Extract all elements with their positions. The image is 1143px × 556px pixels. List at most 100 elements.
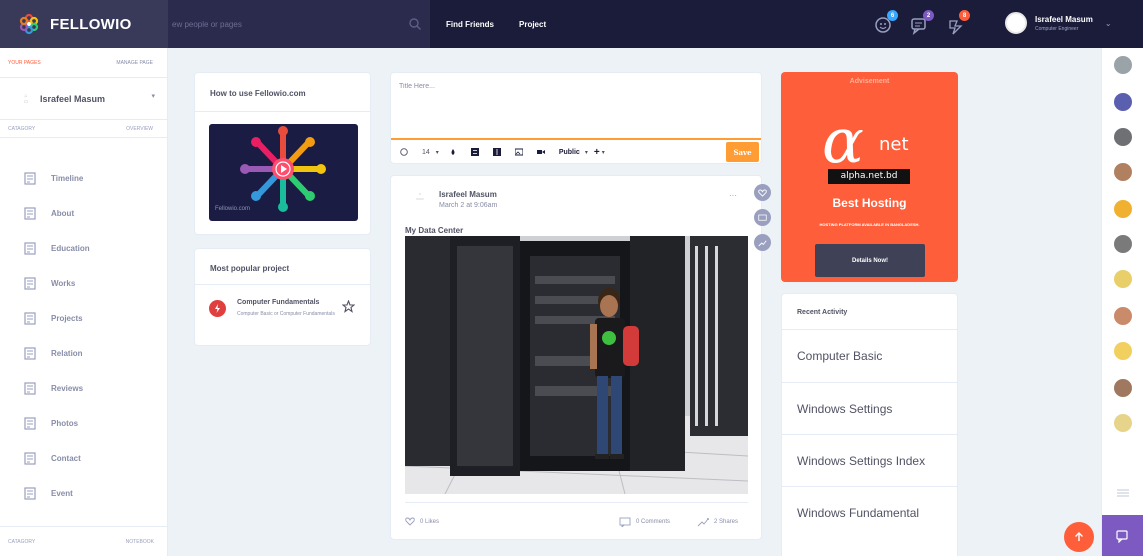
- brand-name: FELLOWIO: [50, 15, 132, 33]
- share-side-button[interactable]: [754, 234, 771, 251]
- friend-requests-button[interactable]: 6: [872, 10, 898, 36]
- friend-avatar[interactable]: [1114, 235, 1132, 253]
- heart-icon: [758, 188, 767, 197]
- your-pages-link[interactable]: YOUR PAGES: [8, 60, 41, 66]
- sidebar-footer: CATAGORY NOTEBOOK: [0, 526, 168, 556]
- post-title-input[interactable]: [399, 83, 749, 133]
- sidebar-item-works[interactable]: Works: [0, 266, 168, 301]
- how-to-title: How to use Fellowio.com: [210, 89, 306, 98]
- menu-icon[interactable]: [1116, 488, 1130, 498]
- sidebar-item-projects[interactable]: Projects: [0, 301, 168, 336]
- text-color-icon[interactable]: [449, 148, 457, 156]
- friend-avatar[interactable]: [1114, 128, 1132, 146]
- scroll-top-button[interactable]: [1064, 522, 1094, 552]
- sidebar-item-label: Projects: [51, 314, 83, 323]
- share-button[interactable]: 2 Shares: [697, 517, 738, 527]
- privacy-select[interactable]: Public: [559, 149, 580, 156]
- notifications-button[interactable]: 8: [944, 10, 970, 36]
- video-camera-icon[interactable]: [536, 148, 545, 156]
- popular-project-card: Most popular project Computer Fundamenta…: [194, 248, 371, 346]
- friend-avatar[interactable]: [1114, 163, 1132, 181]
- friend-avatar[interactable]: [1114, 307, 1132, 325]
- comment-side-button[interactable]: [754, 209, 771, 226]
- sidebar-item-reviews[interactable]: Reviews: [0, 371, 168, 406]
- details-button[interactable]: Details Now!: [815, 244, 925, 277]
- chevron-down-icon[interactable]: ▾: [585, 149, 588, 156]
- sidebar-item-photos[interactable]: Photos: [0, 406, 168, 441]
- video-thumbnail[interactable]: Fellowio.com: [209, 124, 358, 221]
- friend-avatar[interactable]: [1114, 342, 1132, 360]
- manage-page-link[interactable]: MANAGE PAGE: [116, 60, 153, 66]
- author-avatar[interactable]: ⌂ ▭▭: [411, 191, 429, 211]
- smiley-icon[interactable]: [400, 148, 408, 156]
- add-icon[interactable]: +: [594, 147, 600, 158]
- category-label[interactable]: CATAGORY: [8, 126, 35, 132]
- list-item[interactable]: Computer Basic: [782, 329, 957, 381]
- font-size-value[interactable]: 14: [422, 149, 430, 156]
- friend-avatar[interactable]: [1114, 56, 1132, 74]
- chevron-down-icon[interactable]: ▾: [602, 149, 605, 156]
- page-selector[interactable]: ⌂ ▭ Israfeel Masum ▾: [0, 78, 167, 120]
- page-icon: [24, 207, 36, 220]
- list-item[interactable]: Windows Settings: [782, 382, 957, 434]
- chevron-down-icon: ⌄: [1104, 18, 1112, 28]
- sidebar-item-about[interactable]: About: [0, 196, 168, 231]
- share-icon: [697, 518, 709, 527]
- notebook-link[interactable]: NOTEBOOK: [126, 539, 154, 545]
- search-input[interactable]: [172, 19, 402, 29]
- sidebar-header: YOUR PAGES MANAGE PAGE: [0, 48, 167, 78]
- sidebar-item-relation[interactable]: Relation: [0, 336, 168, 371]
- project-subtitle: Computer Basic or Computer Fundamentals: [237, 311, 335, 317]
- post-author[interactable]: Israfeel Masum: [439, 190, 497, 199]
- user-menu[interactable]: Israfeel Masum Computer Engineer ⌄: [1005, 12, 1112, 34]
- project-title[interactable]: Computer Fundamentals: [237, 299, 319, 306]
- like-side-button[interactable]: [754, 184, 771, 201]
- overview-label[interactable]: OVERVIEW: [126, 126, 153, 132]
- friends-rail: [1101, 48, 1143, 556]
- nav-project[interactable]: Project: [519, 20, 546, 29]
- open-chat-button[interactable]: [1102, 515, 1143, 556]
- ad-subline: HOSTING PLATFORM AVAILABLE IN BANGLADESH…: [819, 222, 920, 227]
- align-left-icon[interactable]: [470, 148, 479, 156]
- friend-avatar[interactable]: [1114, 414, 1132, 432]
- friend-avatar[interactable]: [1114, 270, 1132, 288]
- save-button[interactable]: Save: [726, 142, 759, 162]
- page-icon: [24, 347, 36, 360]
- friend-avatar[interactable]: [1114, 93, 1132, 111]
- sidebar-item-contact[interactable]: Contact: [0, 441, 168, 476]
- avatar: [1005, 12, 1027, 34]
- nav-find-friends[interactable]: Find Friends: [446, 20, 494, 29]
- comment-button[interactable]: 0 Comments: [619, 517, 670, 527]
- post-photo[interactable]: [405, 236, 748, 494]
- category-footer-link[interactable]: CATAGORY: [8, 539, 35, 545]
- comments-count: 0 Comments: [636, 519, 671, 525]
- image-icon[interactable]: [514, 148, 523, 156]
- sidebar-item-education[interactable]: Education: [0, 231, 168, 266]
- post-options[interactable]: ···: [729, 191, 737, 200]
- sidebar-item-label: Event: [51, 489, 73, 498]
- list-item[interactable]: Windows Fundamental: [782, 486, 957, 538]
- post-title: My Data Center: [405, 226, 464, 235]
- alerts-badge: 8: [959, 10, 970, 21]
- columns-icon[interactable]: [492, 148, 501, 156]
- friend-avatar[interactable]: [1114, 200, 1132, 218]
- like-button[interactable]: 0 Likes: [405, 517, 439, 526]
- sidebar-subheader: CATAGORY OVERVIEW: [0, 120, 167, 138]
- sidebar-item-event[interactable]: Event: [0, 476, 168, 511]
- search-box: [168, 0, 430, 48]
- page-icon: [24, 452, 36, 465]
- list-item[interactable]: Windows Settings Index: [782, 434, 957, 486]
- brand[interactable]: FELLOWIO: [0, 0, 168, 48]
- left-sidebar: YOUR PAGES MANAGE PAGE ⌂ ▭ Israfeel Masum…: [0, 48, 168, 556]
- post-card: ⌂ ▭▭ Israfeel Masum March 2 at 9:06am ···…: [390, 175, 762, 540]
- comment-icon: [758, 214, 767, 221]
- star-icon[interactable]: [342, 300, 355, 313]
- page-icon: [24, 242, 36, 255]
- chat-icon: [1116, 529, 1128, 543]
- friend-avatar[interactable]: [1114, 379, 1132, 397]
- search-icon[interactable]: [408, 17, 422, 31]
- sidebar-item-label: Contact: [51, 454, 81, 463]
- messages-button[interactable]: 2: [908, 10, 934, 36]
- chevron-down-icon[interactable]: ▾: [436, 149, 439, 156]
- sidebar-item-timeline[interactable]: Timeline: [0, 161, 168, 196]
